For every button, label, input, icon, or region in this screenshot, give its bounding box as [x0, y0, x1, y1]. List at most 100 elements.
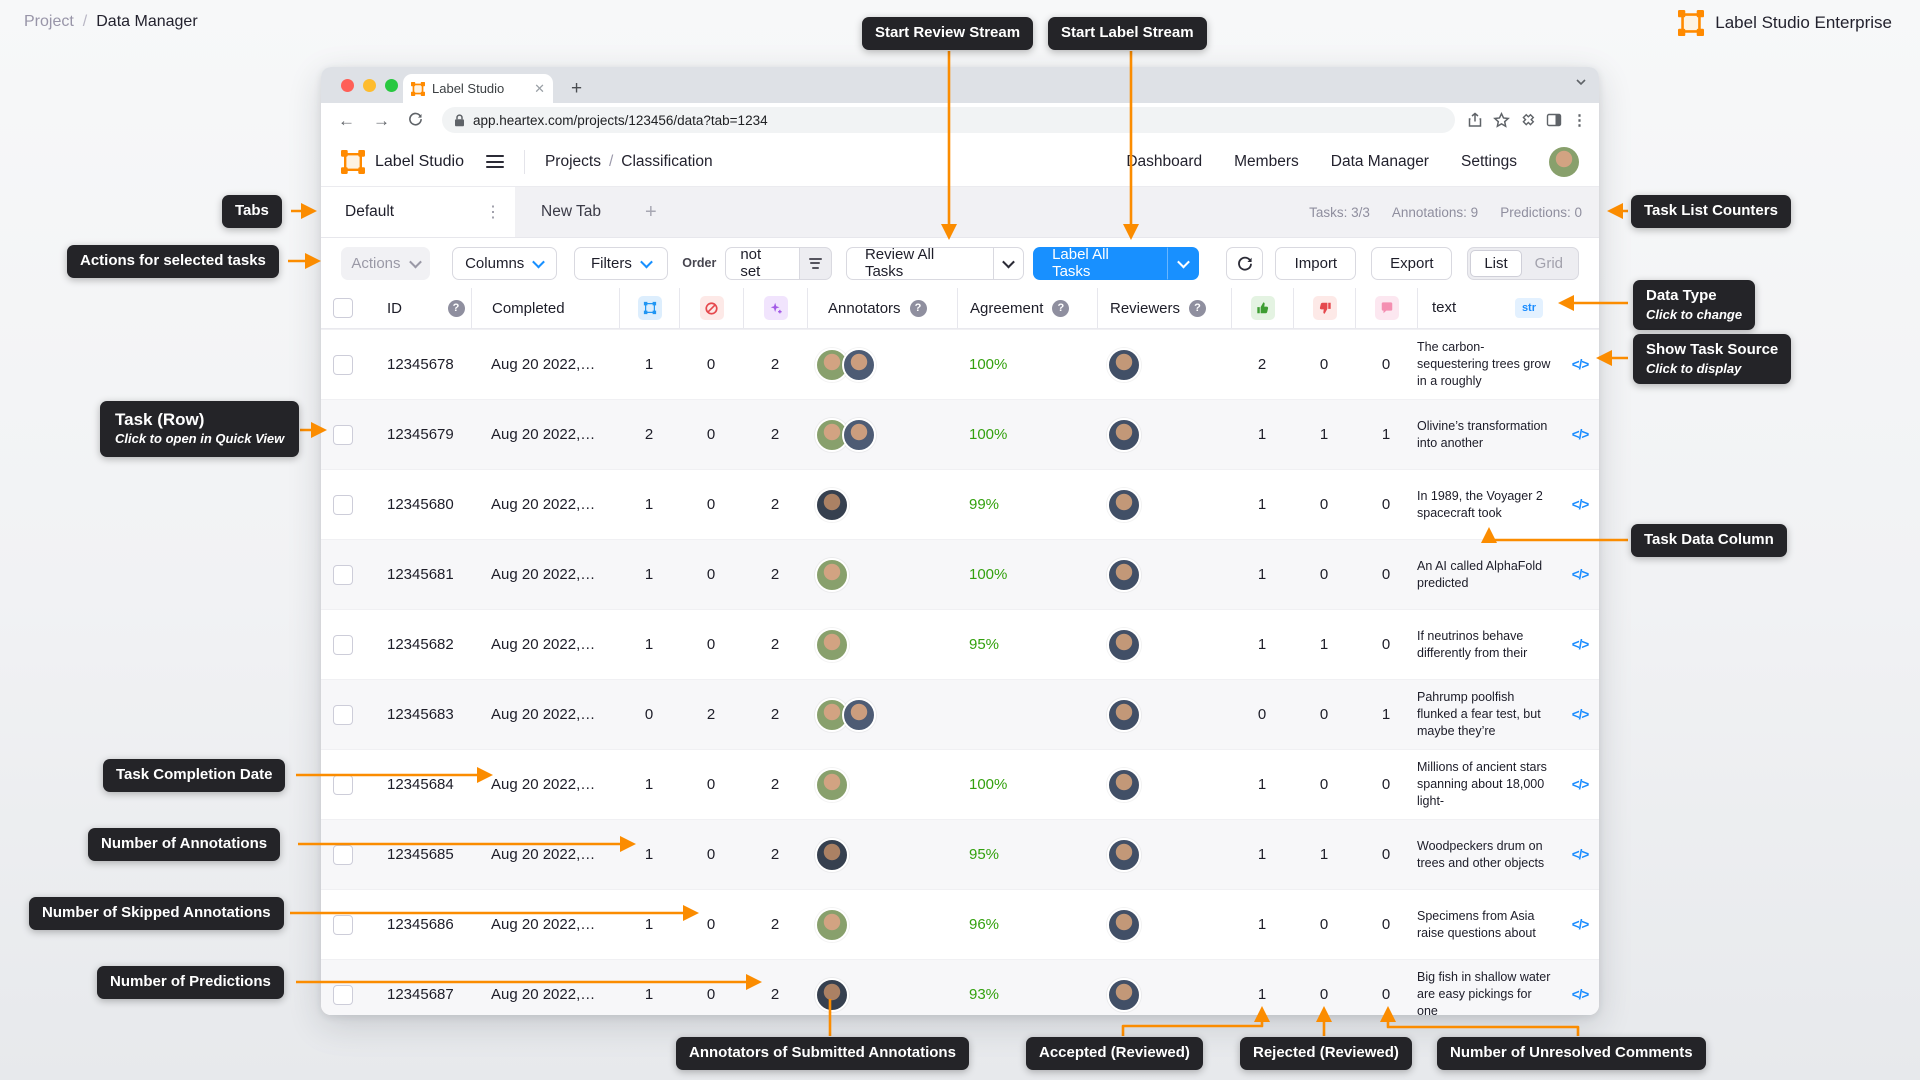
review-dropdown-icon[interactable] — [993, 247, 1025, 280]
table-row[interactable]: 12345682Aug 20 2022,…10295%110If neutrin… — [321, 609, 1599, 679]
export-button[interactable]: Export — [1371, 247, 1452, 280]
avatar — [1107, 628, 1141, 662]
crumb-projects[interactable]: Projects — [545, 153, 601, 171]
label-all-tasks-button[interactable]: Label All Tasks — [1033, 247, 1199, 280]
annotator-avatars — [807, 400, 957, 469]
avatar — [1107, 838, 1141, 872]
grid-view-button[interactable]: Grid — [1522, 250, 1576, 277]
reload-icon[interactable] — [401, 111, 430, 129]
new-tab-button[interactable]: + — [565, 79, 588, 98]
table-row[interactable]: 12345686Aug 20 2022,…10296%100Specimens … — [321, 889, 1599, 959]
column-comments-icon[interactable] — [1355, 288, 1417, 328]
row-checkbox[interactable] — [321, 470, 365, 539]
row-checkbox[interactable] — [321, 890, 365, 959]
app-brand[interactable]: Label Studio — [341, 150, 464, 174]
label-dropdown-icon[interactable] — [1167, 247, 1199, 280]
table-row[interactable]: 12345684Aug 20 2022,…102100%100Millions … — [321, 749, 1599, 819]
zoom-window-button[interactable] — [385, 79, 398, 92]
column-id[interactable]: ID — [365, 288, 441, 328]
column-rejected-icon[interactable] — [1293, 288, 1355, 328]
actions-dropdown[interactable]: Actions — [341, 247, 430, 280]
hamburger-menu-icon[interactable] — [486, 155, 504, 168]
show-source-button[interactable]: </> — [1561, 540, 1599, 609]
share-icon[interactable] — [1467, 112, 1483, 128]
column-predictions-icon[interactable] — [743, 288, 807, 328]
show-source-button[interactable]: </> — [1561, 680, 1599, 749]
table-row[interactable]: 12345685Aug 20 2022,…10295%110Woodpecker… — [321, 819, 1599, 889]
row-checkbox[interactable] — [321, 960, 365, 1015]
row-checkbox[interactable] — [321, 750, 365, 819]
table-row[interactable]: 12345680Aug 20 2022,…10299%100In 1989, t… — [321, 469, 1599, 539]
row-checkbox[interactable] — [321, 400, 365, 469]
filters-dropdown[interactable]: Filters — [574, 247, 669, 280]
show-source-button[interactable]: </> — [1561, 750, 1599, 819]
table-row[interactable]: 12345687Aug 20 2022,…10293%100Big fish i… — [321, 959, 1599, 1015]
extensions-icon[interactable] — [1520, 112, 1536, 128]
show-source-button[interactable]: </> — [1561, 330, 1599, 399]
nav-members[interactable]: Members — [1234, 153, 1299, 171]
review-all-tasks-button[interactable]: Review All Tasks — [846, 247, 1024, 280]
forward-icon[interactable]: → — [366, 112, 397, 129]
show-source-button[interactable]: </> — [1561, 890, 1599, 959]
row-checkbox[interactable] — [321, 680, 365, 749]
refresh-button[interactable] — [1226, 247, 1264, 280]
column-agreement[interactable]: Agreement ? — [957, 288, 1097, 328]
data-type-badge[interactable]: str — [1515, 298, 1543, 319]
column-annotators[interactable]: Annotators ? — [807, 288, 957, 328]
address-bar[interactable]: app.heartex.com/projects/123456/data?tab… — [442, 107, 1455, 133]
agreement-help-icon[interactable]: ? — [1052, 300, 1069, 317]
tab-default[interactable]: Default ⋮ — [321, 187, 515, 237]
row-checkbox[interactable] — [321, 330, 365, 399]
column-annotations-icon[interactable] — [619, 288, 679, 328]
show-source-button[interactable]: </> — [1561, 400, 1599, 469]
tab-kebab-icon[interactable]: ⋮ — [485, 202, 501, 222]
row-checkbox[interactable] — [321, 540, 365, 609]
table-row[interactable]: 12345681Aug 20 2022,…102100%100An AI cal… — [321, 539, 1599, 609]
show-source-button[interactable]: </> — [1561, 960, 1599, 1015]
table-row[interactable]: 12345678Aug 20 2022,…102100%200The carbo… — [321, 329, 1599, 399]
breadcrumb-project[interactable]: Project — [24, 13, 74, 31]
annotators-help-icon[interactable]: ? — [910, 300, 927, 317]
order-value[interactable]: not set — [725, 247, 799, 280]
column-skipped-icon[interactable] — [679, 288, 743, 328]
minimize-window-button[interactable] — [363, 79, 376, 92]
annotations-count: 1 — [619, 470, 679, 539]
nav-settings[interactable]: Settings — [1461, 153, 1517, 171]
user-avatar[interactable] — [1549, 147, 1579, 177]
show-source-button[interactable]: </> — [1561, 820, 1599, 889]
table-row[interactable]: 12345679Aug 20 2022,…202100%111Olivine’s… — [321, 399, 1599, 469]
browser-tab[interactable]: Label Studio ✕ — [403, 74, 553, 103]
task-id: 12345684 — [365, 750, 441, 819]
show-source-button[interactable]: </> — [1561, 610, 1599, 679]
tab-strip-chevron-icon[interactable] — [1575, 75, 1587, 93]
browser-menu-icon[interactable]: ⋮ — [1572, 111, 1587, 129]
annotator-avatars — [807, 470, 957, 539]
back-icon[interactable]: ← — [331, 112, 362, 129]
task-text: Millions of ancient stars spanning about… — [1417, 750, 1561, 819]
reviewers-help-icon[interactable]: ? — [1189, 300, 1206, 317]
column-text[interactable]: text str — [1417, 288, 1561, 328]
column-completed[interactable]: Completed — [471, 288, 619, 328]
order-control[interactable]: not set — [725, 247, 832, 280]
show-source-button[interactable]: </> — [1561, 470, 1599, 539]
select-all-checkbox[interactable] — [321, 288, 365, 328]
list-view-button[interactable]: List — [1470, 250, 1521, 277]
bookmark-star-icon[interactable] — [1493, 112, 1510, 129]
import-button[interactable]: Import — [1275, 247, 1356, 280]
nav-data-manager[interactable]: Data Manager — [1331, 153, 1429, 171]
side-panel-icon[interactable] — [1546, 112, 1562, 128]
table-row[interactable]: 12345683Aug 20 2022,…022001Pahrump poolf… — [321, 679, 1599, 749]
tab-close-icon[interactable]: ✕ — [534, 82, 545, 95]
column-accepted-icon[interactable] — [1231, 288, 1293, 328]
column-reviewers[interactable]: Reviewers ? — [1097, 288, 1231, 328]
callout-task-data-column: Task Data Column — [1631, 524, 1787, 557]
add-tab-button[interactable]: + — [627, 187, 675, 237]
tab-new-tab[interactable]: New Tab — [515, 187, 627, 237]
row-checkbox[interactable] — [321, 820, 365, 889]
columns-dropdown[interactable]: Columns — [452, 247, 557, 280]
id-help-icon[interactable]: ? — [441, 288, 471, 328]
sort-icon[interactable] — [800, 247, 832, 280]
row-checkbox[interactable] — [321, 610, 365, 679]
nav-dashboard[interactable]: Dashboard — [1126, 153, 1202, 171]
close-window-button[interactable] — [341, 79, 354, 92]
